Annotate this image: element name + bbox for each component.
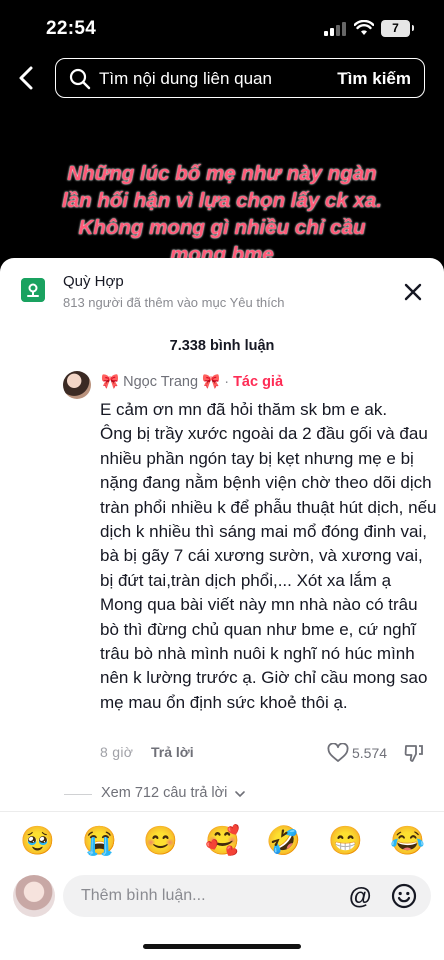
back-arrow-icon[interactable] <box>14 63 40 93</box>
view-replies-button[interactable]: Xem 712 câu trả lời <box>64 785 364 805</box>
comment-input[interactable]: Thêm bình luận... @ <box>63 875 431 917</box>
like-count: 5.574 <box>352 745 388 761</box>
heart-icon[interactable] <box>327 743 349 763</box>
pleading-face-emoji[interactable]: 🥹 <box>20 823 55 859</box>
search-placeholder[interactable]: Tìm nội dung liên quan <box>99 69 272 89</box>
replies-divider-line <box>64 794 92 795</box>
reply-button[interactable]: Trả lời <box>151 744 194 760</box>
comment-count: 7.338 bình luận <box>169 338 275 354</box>
smiling-hearts-emoji[interactable]: 🥰 <box>205 823 240 859</box>
search-bar[interactable]: Tìm nội dung liên quan Tìm kiếm <box>55 58 425 98</box>
view-replies-label[interactable]: Xem 712 câu trả lời <box>101 785 227 801</box>
bow-emoji-right: 🎀 <box>202 374 221 390</box>
map-pin-icon <box>21 278 45 302</box>
comment-time: 8 giờ <box>100 744 134 760</box>
mention-icon[interactable]: @ <box>349 883 371 910</box>
quick-emoji-bar: 🥹 😭 😊 🥰 🤣 😁 😂 <box>0 823 444 863</box>
status-time: 22:54 <box>46 18 97 39</box>
place-name[interactable]: Quỳ Hợp <box>63 273 124 290</box>
emoji-picker-icon[interactable] <box>391 883 417 909</box>
grinning-face-emoji[interactable]: 😁 <box>328 823 363 859</box>
avatar[interactable] <box>63 371 91 399</box>
search-icon <box>69 68 91 90</box>
comment-input-placeholder[interactable]: Thêm bình luận... <box>81 887 206 905</box>
status-bar: 22:54 7 <box>0 0 444 56</box>
comment-author[interactable]: Ngọc Trang <box>123 374 198 390</box>
video-caption: Những lúc bố mẹ như này ngàn lần hối hận… <box>62 162 382 266</box>
place-banner[interactable]: Quỳ Hợp 813 người đã thêm vào mục Yêu th… <box>0 258 444 326</box>
place-favorites-count: 813 người đã thêm vào mục Yêu thích <box>63 295 285 310</box>
user-avatar[interactable] <box>13 875 55 917</box>
rolling-laughing-emoji[interactable]: 🤣 <box>266 823 301 859</box>
comment-text: E cảm ơn mn đã hỏi thăm sk bm e ak. Ông … <box>100 400 437 712</box>
chevron-down-icon <box>235 791 245 798</box>
separator-dot: · <box>224 374 230 390</box>
tears-of-joy-emoji[interactable]: 😂 <box>390 823 425 859</box>
author-badge: Tác giả <box>233 374 284 390</box>
home-indicator <box>143 944 301 949</box>
battery-icon: 7 <box>381 20 414 37</box>
comment-author-row: 🎀 Ngọc Trang 🎀 · Tác giả <box>101 373 283 390</box>
comment-composer: Thêm bình luận... @ <box>0 870 444 926</box>
crying-face-emoji[interactable]: 😭 <box>82 823 117 859</box>
bow-emoji-left: 🎀 <box>101 374 120 390</box>
comment-meta: 8 giờ Trả lời 5.574 <box>100 743 430 768</box>
comments-sheet: Quỳ Hợp 813 người đã thêm vào mục Yêu th… <box>0 258 444 960</box>
close-icon[interactable] <box>403 282 423 302</box>
smiling-face-emoji[interactable]: 😊 <box>143 823 178 859</box>
cellular-signal-icon <box>324 22 346 36</box>
composer-divider <box>0 811 444 812</box>
dislike-icon[interactable] <box>404 743 424 763</box>
search-button[interactable]: Tìm kiếm <box>337 69 411 89</box>
wifi-icon <box>354 20 374 35</box>
